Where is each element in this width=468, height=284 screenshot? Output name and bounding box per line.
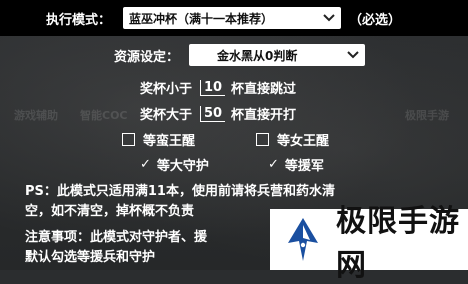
checkbox-box[interactable] [122, 133, 135, 146]
checkbox-box[interactable] [256, 133, 269, 146]
resource-select[interactable]: 金水黑从0判断 [189, 44, 366, 66]
chevron-down-icon [347, 49, 359, 62]
notice-line-2: 默认勾选等援兵和守护 [25, 250, 156, 265]
mode-label: 执行模式： [46, 12, 112, 28]
watermark-logo: 极限手游网 [270, 204, 468, 283]
checkbox-wait-queen[interactable]: 等女王醒 [256, 130, 329, 149]
trophy-more-row: 奖杯大于 50 杯直接开打 [140, 104, 296, 123]
mode-select[interactable]: 蓝巫冲杯（满十一本推荐） [123, 7, 342, 29]
chevron-down-icon [323, 12, 335, 25]
trophy-less-row: 奖杯小于 10 杯直接跳过 [140, 78, 296, 97]
ghost-label-left: 游戏辅助 [14, 109, 58, 122]
trophy-more-prefix: 奖杯大于 [140, 108, 193, 123]
checkbox-wait-reinforcement[interactable]: ✓ 等援军 [268, 155, 324, 174]
mode-required-note: （必选） [349, 12, 402, 28]
ghost-label-center: 智能COC [80, 109, 128, 122]
resource-label: 资源设定： [114, 49, 180, 65]
resource-select-value: 金水黑从0判断 [217, 48, 298, 63]
watermark-text: 极限手游网 [336, 203, 460, 283]
check-icon[interactable]: ✓ [140, 157, 151, 172]
trophy-more-input[interactable]: 50 [200, 105, 226, 122]
pen-nib-logo-icon [278, 215, 328, 265]
checkbox-label: 等大守护 [156, 159, 209, 174]
checkbox-label: 等女王醒 [277, 134, 330, 149]
notice-text: 注意事项：此模式对守护者、援 默认勾选等援兵和守护 [25, 228, 207, 268]
trophy-less-input[interactable]: 10 [200, 79, 226, 96]
checkbox-wait-warden[interactable]: ✓ 等大守护 [140, 155, 209, 174]
checkbox-label: 等援军 [284, 159, 324, 174]
mode-row: 执行模式： 蓝巫冲杯（满十一本推荐） （必选） [46, 7, 401, 29]
ps-note-line-1: PS：此模式只适用满11本，使用前请将兵营和药水清 [25, 184, 335, 199]
trophy-more-suffix: 杯直接开打 [231, 108, 297, 123]
resource-row: 资源设定： 金水黑从0判断 [114, 44, 366, 66]
check-icon[interactable]: ✓ [268, 157, 279, 172]
notice-line-1: 注意事项：此模式对守护者、援 [25, 230, 208, 245]
checkbox-label: 等蛮王醒 [143, 134, 196, 149]
trophy-less-suffix: 杯直接跳过 [231, 82, 297, 97]
trophy-less-prefix: 奖杯小于 [140, 82, 193, 97]
checkbox-wait-king[interactable]: 等蛮王醒 [122, 130, 195, 149]
ghost-label-right: 极限手游 [405, 109, 449, 122]
mode-select-value: 蓝巫冲杯（满十一本推荐） [129, 11, 274, 26]
